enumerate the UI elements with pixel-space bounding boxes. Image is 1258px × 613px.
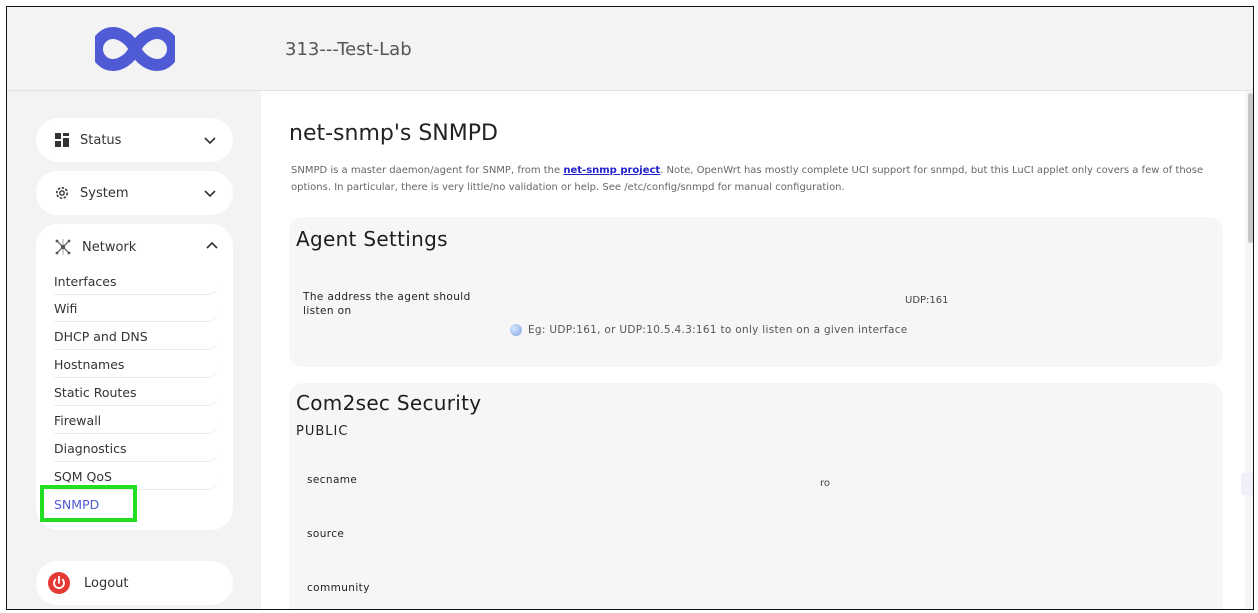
main-content: net-snmp's SNMPD SNMPD is a master daemo…	[261, 91, 1253, 609]
sidebar-subitem-hostnames[interactable]: Hostnames	[54, 351, 219, 378]
chevron-up-icon	[205, 238, 219, 257]
sidebar-subitem-diagnostics[interactable]: Diagnostics	[54, 435, 219, 462]
agent-settings-section: Agent Settings The address the agent sho…	[289, 217, 1223, 367]
app-window: Status System Network Interfaces Wifi DH…	[6, 6, 1254, 610]
side-widget[interactable]	[1241, 473, 1253, 495]
info-icon	[510, 324, 522, 336]
network-icon	[54, 238, 72, 256]
sidebar-item-label: System	[80, 185, 129, 201]
gear-icon	[54, 185, 70, 201]
sidebar-item-label: Status	[80, 132, 122, 148]
com2sec-security-section: Com2sec Security PUBLIC secname ro sourc…	[289, 383, 1223, 609]
community-label: community	[307, 582, 370, 594]
chevron-down-icon	[203, 133, 217, 147]
sidebar-subitem-wifi[interactable]: Wifi	[54, 295, 219, 322]
logout-button[interactable]: Logout	[36, 561, 233, 605]
section-subtitle: PUBLIC	[296, 424, 349, 439]
listen-address-hint: Eg: UDP:161, or UDP:10.5.4.3:161 to only…	[510, 324, 908, 336]
listen-address-input[interactable]: UDP:161	[905, 295, 949, 306]
source-label: source	[307, 528, 345, 540]
section-title: Agent Settings	[296, 227, 448, 251]
secname-label: secname	[307, 474, 358, 486]
hostname-title: 313---Test-Lab	[285, 39, 412, 60]
logo-icon[interactable]	[95, 27, 175, 71]
net-snmp-project-link[interactable]: net-snmp project	[563, 165, 660, 176]
logo-area	[7, 7, 261, 91]
selection-highlight	[40, 485, 137, 522]
section-title: Com2sec Security	[296, 391, 482, 415]
scrollbar[interactable]	[1245, 91, 1253, 609]
listen-address-label: The address the agent should listen on	[303, 291, 471, 317]
chevron-down-icon	[203, 186, 217, 200]
secname-input[interactable]: ro	[820, 478, 830, 489]
scrollbar-thumb[interactable]	[1248, 93, 1253, 243]
sidebar-item-network[interactable]: Network	[54, 236, 219, 258]
desc-text-before: SNMPD is a master daemon/agent for SNMP,…	[291, 165, 564, 176]
page-title: net-snmp's SNMPD	[289, 121, 498, 146]
sidebar-item-label: Network	[82, 239, 137, 255]
hint-text: Eg: UDP:161, or UDP:10.5.4.3:161 to only…	[528, 324, 908, 336]
sidebar-subitem-static-routes[interactable]: Static Routes	[54, 379, 219, 406]
logout-label: Logout	[84, 575, 129, 591]
sidebar-subitem-firewall[interactable]: Firewall	[54, 407, 219, 434]
dashboard-icon	[54, 132, 70, 148]
sidebar-subitem-dhcp-dns[interactable]: DHCP and DNS	[54, 323, 219, 350]
header-bar: 313---Test-Lab	[261, 7, 1253, 91]
page-description: SNMPD is a master daemon/agent for SNMP,…	[291, 162, 1221, 196]
sidebar-subitem-interfaces[interactable]: Interfaces	[54, 268, 219, 295]
sidebar-item-status[interactable]: Status	[36, 118, 233, 162]
power-icon	[48, 572, 70, 594]
sidebar-item-system[interactable]: System	[36, 171, 233, 215]
sidebar: Status System Network Interfaces Wifi DH…	[7, 7, 261, 609]
